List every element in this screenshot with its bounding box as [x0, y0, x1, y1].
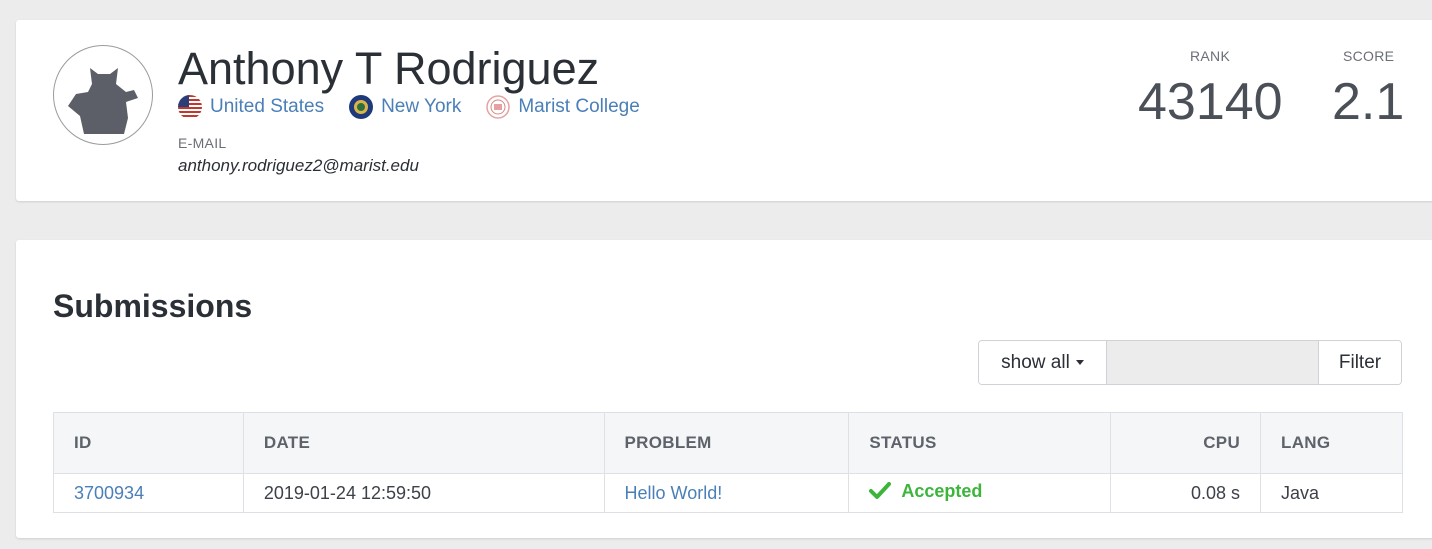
location-country-label: United States — [210, 96, 325, 117]
column-header-status: STATUS — [848, 412, 1112, 474]
us-flag-icon — [178, 95, 202, 119]
submission-id-link[interactable]: 3700934 — [74, 483, 144, 503]
cell-id: 3700934 — [53, 473, 244, 513]
table-header-row: ID DATE PROBLEM STATUS CPU LANG — [53, 412, 1403, 474]
column-header-lang: LANG — [1260, 412, 1403, 474]
column-header-date: DATE — [242, 412, 605, 474]
location-school[interactable]: Marist College — [486, 95, 640, 119]
filter-group: show all Filter — [978, 340, 1402, 385]
email-label: E-MAIL — [178, 135, 227, 151]
marist-college-seal-icon — [486, 95, 511, 119]
rank-value: 43140 — [1138, 73, 1283, 131]
cell-status: Accepted — [848, 473, 1112, 513]
avatar — [53, 45, 153, 145]
location-state[interactable]: New York — [349, 95, 461, 119]
score-label: SCORE — [1343, 48, 1395, 64]
new-york-flag-icon — [349, 95, 374, 119]
location-country[interactable]: United States — [178, 95, 324, 119]
show-all-dropdown[interactable]: show all — [979, 341, 1107, 384]
cell-date: 2019-01-24 12:59:50 — [242, 473, 605, 513]
column-header-cpu: CPU — [1110, 412, 1262, 474]
problem-link[interactable]: Hello World! — [625, 483, 723, 503]
table-row: 3700934 2019-01-24 12:59:50 Hello World!… — [53, 473, 1403, 513]
location-school-label: Marist College — [518, 96, 640, 117]
rank-label: RANK — [1190, 48, 1231, 64]
location-state-label: New York — [381, 96, 462, 117]
profile-card: Anthony T Rodriguez United States New Yo… — [16, 20, 1432, 201]
status-accepted: Accepted — [901, 481, 983, 501]
column-header-id: ID — [53, 412, 244, 474]
location-list: United States New York Marist College — [178, 95, 665, 119]
caret-down-icon — [1075, 360, 1084, 365]
score-value: 2.1 — [1332, 73, 1405, 131]
cell-cpu: 0.08 s — [1110, 473, 1262, 513]
email-value: anthony.rodriguez2@marist.edu — [178, 156, 419, 175]
column-header-problem: PROBLEM — [603, 412, 850, 474]
cell-problem: Hello World! — [603, 473, 850, 513]
submissions-table: ID DATE PROBLEM STATUS CPU LANG 3700934 … — [53, 412, 1403, 513]
submissions-title: Submissions — [53, 288, 253, 324]
profile-name: Anthony T Rodriguez — [178, 43, 600, 94]
show-all-dropdown-label: show all — [1001, 351, 1070, 373]
cell-lang: Java — [1260, 473, 1403, 513]
checkmark-icon — [869, 482, 892, 505]
filter-input[interactable] — [1107, 341, 1318, 384]
filter-button[interactable]: Filter — [1318, 341, 1401, 384]
submissions-card: Submissions show all Filter ID DATE PROB… — [16, 240, 1432, 538]
cat-avatar-icon — [68, 68, 138, 134]
